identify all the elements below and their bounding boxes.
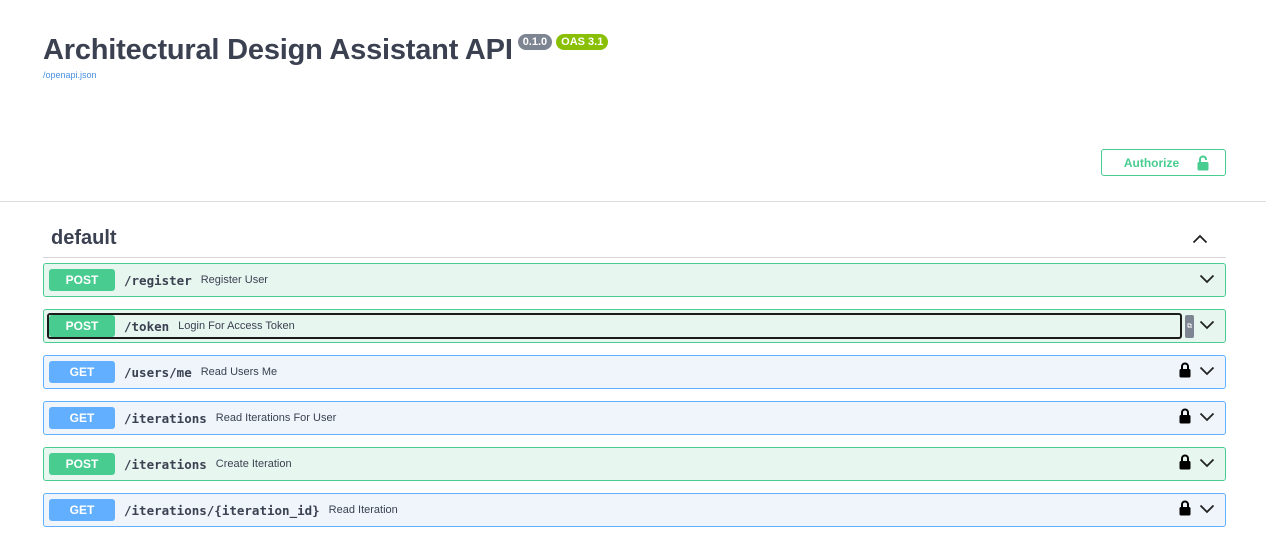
header-divider xyxy=(0,201,1266,202)
tag-section-default: default POST/register Register User POST/t… xyxy=(43,220,1226,539)
operation-row[interactable]: GET/iterations/{iteration_id} Read Iterat… xyxy=(43,493,1226,527)
authorize-label: Authorize xyxy=(1123,155,1180,170)
lock-icon[interactable] xyxy=(1179,362,1191,383)
method-badge: GET xyxy=(49,361,115,383)
chevron-down-icon[interactable] xyxy=(1199,501,1215,519)
copy-to-clipboard-button[interactable]: ⧉ xyxy=(1185,315,1194,338)
operation-row[interactable]: GET/iterations Read Iterations For User xyxy=(43,401,1226,435)
operation-summary: Create Iteration xyxy=(215,458,292,470)
operation-row[interactable]: POST/token Login For Access Token ⧉ xyxy=(43,309,1226,343)
operation-row[interactable]: POST/iterations Create Iteration xyxy=(43,447,1226,481)
operation-controls xyxy=(1179,448,1215,480)
operation-summary: Read Iterations For User xyxy=(215,412,337,424)
method-badge: POST xyxy=(49,269,115,291)
operations-list: POST/register Register User POST/token Logi… xyxy=(43,263,1226,527)
operation-summary: Login For Access Token xyxy=(178,320,295,332)
title-row: Architectural Design Assistant API 0.1.0… xyxy=(43,30,609,70)
operation-path: /iterations/{iteration_id} xyxy=(124,502,320,518)
authorize-button[interactable]: Authorize xyxy=(1101,149,1226,176)
version-badge: 0.1.0 xyxy=(517,34,553,50)
operation-controls xyxy=(1199,264,1215,296)
chevron-down-icon[interactable] xyxy=(1199,317,1215,335)
unlocked-icon xyxy=(1197,155,1209,170)
lock-icon[interactable] xyxy=(1179,454,1191,475)
operation-summary: Register User xyxy=(200,274,268,286)
lock-icon[interactable] xyxy=(1179,500,1191,521)
operation-summary: Read Iteration xyxy=(328,504,398,516)
operation-path: /users/me xyxy=(124,364,192,380)
operation-path: /iterations xyxy=(124,456,207,472)
section-title: default xyxy=(51,227,117,249)
chevron-down-icon[interactable] xyxy=(1199,271,1215,289)
method-badge: POST xyxy=(49,453,115,475)
method-badge: POST xyxy=(49,315,115,337)
method-badge: GET xyxy=(49,407,115,429)
operation-path: /token xyxy=(124,318,170,334)
page-title: Architectural Design Assistant API xyxy=(43,34,513,66)
chevron-up-icon[interactable] xyxy=(1192,234,1208,244)
lock-icon[interactable] xyxy=(1179,408,1191,429)
chevron-down-icon[interactable] xyxy=(1199,409,1215,427)
operation-controls xyxy=(1179,494,1215,526)
section-header[interactable]: default xyxy=(43,220,1226,258)
operation-summary: Read Users Me xyxy=(200,366,278,378)
operation-path: /iterations xyxy=(124,410,207,426)
operation-controls xyxy=(1179,402,1215,434)
method-badge: GET xyxy=(49,499,115,521)
operation-controls xyxy=(1179,356,1215,388)
openapi-spec-link[interactable]: /openapi.json xyxy=(43,70,608,80)
operation-path: /register xyxy=(124,272,192,288)
chevron-down-icon[interactable] xyxy=(1199,363,1215,381)
chevron-down-icon[interactable] xyxy=(1199,455,1215,473)
oas-badge: OAS 3.1 xyxy=(556,34,609,50)
operation-row[interactable]: GET/users/me Read Users Me xyxy=(43,355,1226,389)
api-info: Architectural Design Assistant API 0.1.0… xyxy=(43,30,609,80)
operation-controls xyxy=(1199,310,1215,342)
operation-row[interactable]: POST/register Register User xyxy=(43,263,1226,297)
